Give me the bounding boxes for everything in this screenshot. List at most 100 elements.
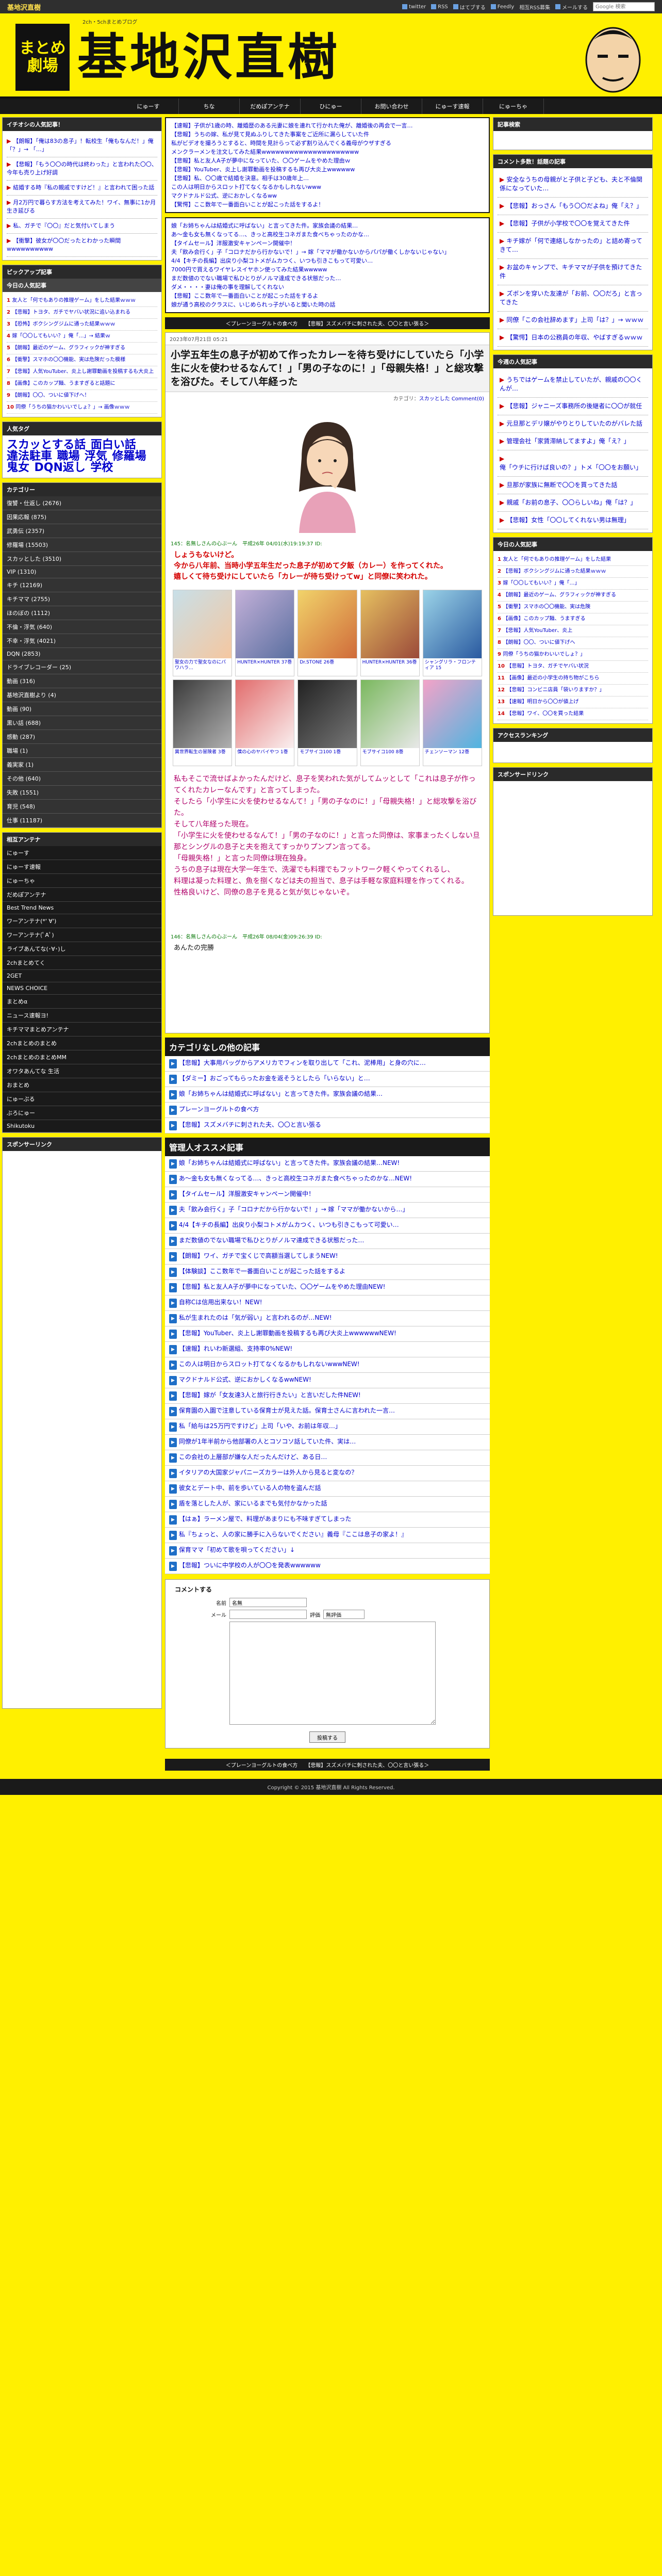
antenna-link[interactable]: ニュース速報ヨ! xyxy=(3,1009,161,1023)
weekly-popular-item[interactable]: ▶ 元旦那とデリ嬢がやりとりしていたのがバレた話 xyxy=(498,415,648,433)
rank-item[interactable]: 2 【悲報】ボクシングジムに通った結果ｗｗｗ xyxy=(498,566,648,578)
weekly-popular-item[interactable]: ▶ 管理会社「家賃滞納してますよ」俺「え？」 xyxy=(498,433,648,450)
antenna-link[interactable]: ワーアンテナ(ﾟAﾟ) xyxy=(3,928,161,942)
antenna-link[interactable]: ぶろにゅー xyxy=(3,1106,161,1120)
category-item[interactable]: 失敗 (1551) xyxy=(3,786,161,800)
no-category-item[interactable]: ▶ プレーンヨーグルトの食べ方 xyxy=(165,1103,490,1118)
rank-item[interactable]: 6 【衝撃】スマホの〇〇機能、実は危険だった模様 xyxy=(7,354,157,366)
weekly-popular-item[interactable]: ▶ 【悲報】女性「〇〇してくれない男は無理」 xyxy=(498,512,648,529)
tag-link[interactable]: 学校 xyxy=(90,462,113,474)
recommend-item[interactable]: ▶ 【タイムセール】洋服激安キャンペーン開催中！ xyxy=(165,1187,490,1203)
category-item[interactable]: スカッとした (3510) xyxy=(3,552,161,566)
featured-news-item[interactable]: ▶ 私、ガチで『〇〇』だと気付いてしまう xyxy=(7,219,157,234)
recommend-item[interactable]: ▶ 【悲報】私と友人A子が夢中になっていた、〇〇ゲームをやめた理由NEW! xyxy=(165,1280,490,1295)
rank-item[interactable]: 1 友人と「何でもありの推理ゲーム」をした結果ｗｗｗ xyxy=(7,295,157,307)
second-link-item[interactable]: 娘が通う高校のクラスに、いじめられっ子がいると聞いた時の話 xyxy=(171,300,484,309)
category-item[interactable]: キチママ (2755) xyxy=(3,592,161,606)
rank-item[interactable]: 3 【恐怖】ボクシングジムに通った結果ｗｗｗ xyxy=(7,319,157,331)
article-pager[interactable]: ＜プレーンヨーグルトの食べ方 【悲報】スズメバチに刺された夫、〇〇と言い張る＞ xyxy=(165,317,490,329)
recommend-item[interactable]: ▶ 【悲報】嫁が「女友達3人と旅行行きたい」と言いだした件NEW! xyxy=(165,1388,490,1404)
rank-item[interactable]: 10 【悲報】トヨタ、ガチでヤバい状況 xyxy=(498,661,648,673)
hot-comment-item[interactable]: ▶ 安全なうちの母親がと子供と子ども、夫と不倫関係になっていた… xyxy=(498,171,648,198)
antenna-link[interactable]: Shikutoku xyxy=(3,1120,161,1132)
recommend-item[interactable]: ▶ 同僚が1年半前から他部署の人とコソコソ話していた件、実は… xyxy=(165,1435,490,1450)
recommend-item[interactable]: ▶ 自称Cは信用出来ない！NEW! xyxy=(165,1295,490,1311)
recommend-item[interactable]: ▶ この会社の上層部が嫌な人だったんだけど、ある日… xyxy=(165,1450,490,1466)
nav-item-6[interactable]: にゅーちゃ xyxy=(483,99,544,114)
antenna-link[interactable]: おまとめ xyxy=(3,1078,161,1092)
product-card[interactable]: Dr.STONE 26巻 xyxy=(297,590,357,676)
rank-item[interactable]: 3 嫁「〇〇してもいい？」俺「…」 xyxy=(498,578,648,590)
weekly-popular-item[interactable]: ▶ うちではゲームを禁止していたが、親戚の〇〇くんが… xyxy=(498,371,648,398)
category-item[interactable]: 仕事 (11187) xyxy=(3,814,161,828)
category-item[interactable]: 黒い話 (688) xyxy=(3,716,161,730)
top-link-item[interactable]: 【悲報】YouTuber、炎上し謝罪動画を投稿するも再び大炎上wwwwww xyxy=(171,165,484,174)
recommend-item[interactable]: ▶ 彼女とデート中、前を歩いている人の物を盗んだ話 xyxy=(165,1481,490,1497)
recommend-item[interactable]: ▶ まだ数値のでない職場で私ひとりがノルマ達成できる状態だった… xyxy=(165,1234,490,1249)
rss-link[interactable]: RSS xyxy=(431,4,448,10)
product-card[interactable]: HUNTER×HUNTER 36巻 xyxy=(360,590,420,676)
hot-comment-item[interactable]: ▶ お盆のキャンプで、キチママが子供を預けてきた件 xyxy=(498,259,648,285)
category-item[interactable]: その他 (640) xyxy=(3,772,161,786)
featured-news-item[interactable]: ▶ 【悲報】「もう〇〇の時代は終わった」と言われた〇〇、今年も売り上げ好調 xyxy=(7,157,157,181)
submit-comment-button[interactable]: 投稿する xyxy=(309,1731,345,1743)
rate-select[interactable]: 無評価 xyxy=(323,1610,365,1619)
recommend-item[interactable]: ▶ 盾を落とした人が、家にいるまでも気付かなかった話 xyxy=(165,1497,490,1512)
category-item[interactable]: 武勇伝 (2357) xyxy=(3,524,161,538)
second-link-item[interactable]: 7000円で買えるワイヤレスイヤホン使ってみた結果wwwww xyxy=(171,265,484,274)
rank-item[interactable]: 14 【悲報】ワイ、〇〇を買った結果 xyxy=(498,708,648,720)
rank-item[interactable]: 9 同僚「うちの猫かわいいでしょ？」 xyxy=(498,649,648,661)
product-card[interactable]: チェンソーマン 12巻 xyxy=(422,679,482,766)
rank-item[interactable]: 2 【悲報】トヨタ、ガチでヤバい状況に追い込まれる xyxy=(7,307,157,319)
tag-link[interactable]: 違法駐車 xyxy=(7,451,52,462)
category-item[interactable]: VIP (1310) xyxy=(3,566,161,578)
hot-comment-item[interactable]: ▶ 同僚「この会社辞めます」上司「は？」→ ｗｗｗ xyxy=(498,312,648,329)
tag-link[interactable]: 修羅場 xyxy=(112,451,146,462)
category-item[interactable]: 不倫・浮気 (640) xyxy=(3,620,161,634)
antenna-link[interactable]: 2chまとめてく xyxy=(3,956,161,970)
product-card[interactable]: 聖女の力で聖女なのにパワハラ… xyxy=(173,590,233,676)
tag-link[interactable]: スカッとする話 xyxy=(7,440,86,451)
tag-link[interactable]: DQN返し xyxy=(35,462,86,474)
rank-item[interactable]: 13 【速報】明日から〇〇が値上げ xyxy=(498,696,648,708)
top-link-item[interactable]: 【悲報】私と友人A子が夢中になっていた、〇〇ゲームをやめた理由ｗ xyxy=(171,156,484,165)
product-card[interactable]: モブサイコ100 8巻 xyxy=(360,679,420,766)
product-card[interactable]: シャングリラ・フロンティア 15 xyxy=(422,590,482,676)
comment-count-link[interactable]: Comment(0) xyxy=(452,396,484,402)
weekly-popular-item[interactable]: ▶ 俺「ウチに行けば良いの？」トメ「〇〇をお願い」 xyxy=(498,450,648,477)
second-link-item[interactable]: 【悲報】ここ数年で一番面白いことが起こった話をするよ xyxy=(171,291,484,300)
recommend-item[interactable]: ▶ マクドナルド公式、逆におかしくなるwwNEW! xyxy=(165,1373,490,1388)
rank-item[interactable]: 8 【画像】このカップ麺、うますぎると話題に xyxy=(7,378,157,390)
rank-item[interactable]: 5 【衝撃】スマホの〇〇機能、実は危険 xyxy=(498,602,648,613)
antenna-link[interactable]: オワタあんてな 生活 xyxy=(3,1064,161,1078)
no-category-item[interactable]: ▶ 【悲報】大事用バッグからアメリカでフィンを取り出して「これ、泥棒用」と身の穴に… xyxy=(165,1056,490,1072)
site-banner[interactable]: まとめ 劇場 基地沢直樹 2ch・5chまとめブログ xyxy=(0,13,662,99)
recommend-item[interactable]: ▶ 4/4【キチの長編】出戻り小梨コトメがムカつく、いつも引きこもって可愛い… xyxy=(165,1218,490,1234)
rank-item[interactable]: 11 【画像】最近の小学生の持ち物がこちら xyxy=(498,673,648,685)
nav-item-1[interactable]: ちな xyxy=(179,99,240,114)
product-card[interactable]: 異世界転生の冒険者 3巻 xyxy=(173,679,233,766)
no-category-item[interactable]: ▶ 【ダミー】おごってもらったお金を返そうとしたら「いらない」と… xyxy=(165,1072,490,1087)
product-card[interactable]: モブサイコ100 1巻 xyxy=(297,679,357,766)
rank-item[interactable]: 10 同僚「うちの猫かわいいでしょ？」→ 画像ｗｗｗ xyxy=(7,402,157,414)
tag-link[interactable]: 浮気 xyxy=(85,451,107,462)
nav-item-2[interactable]: だめぽアンテナ xyxy=(240,99,301,114)
rank-item[interactable]: 4 嫁「〇〇してもいい？」俺「…」→ 結果ｗ xyxy=(7,331,157,343)
recommend-item[interactable]: ▶ 私が生まれたのは「気が弱い」と言われるのが…NEW! xyxy=(165,1311,490,1326)
recommend-item[interactable]: ▶ あ～金も女も無くなってる…、きっと高校生コネガまた食べちゃったのかな…NEW! xyxy=(165,1172,490,1187)
antenna-link[interactable]: 2chまとめのまとめMM xyxy=(3,1050,161,1064)
product-card[interactable]: 僕の心のヤバイやつ 1巻 xyxy=(235,679,295,766)
recommend-item[interactable]: ▶ 【悲報】ついに中学校の人が〇〇を発表wwwwww xyxy=(165,1559,490,1574)
weekly-popular-item[interactable]: ▶ 旦那が家族に無断で〇〇を買ってきた話 xyxy=(498,477,648,494)
second-link-item[interactable]: あ～金も女も無くなってる…、きっと高校生コネガまた食べちゃったのかな… xyxy=(171,230,484,239)
recommend-item[interactable]: ▶ 【朗報】ワイ、ガチで宝くじで高額当選してしまうNEW! xyxy=(165,1249,490,1265)
category-item[interactable]: 不幸・浮気 (4021) xyxy=(3,634,161,648)
comment-textarea[interactable] xyxy=(229,1622,436,1725)
tag-link[interactable]: 職場 xyxy=(57,451,80,462)
bottom-pager[interactable]: ＜プレーンヨーグルトの食べ方 【悲報】スズメバチに刺された夫、〇〇と言い張る＞ xyxy=(165,1759,490,1771)
second-link-item[interactable]: まだ数値のでない職場で私ひとりがノルマ達成できる状態だった… xyxy=(171,274,484,283)
category-item[interactable]: 因果応報 (875) xyxy=(3,510,161,524)
rank-item[interactable]: 12 【悲報】コンビニ店員「袋いりますか？」 xyxy=(498,685,648,696)
antenna-link[interactable]: にゅーちゃ xyxy=(3,874,161,888)
tag-link[interactable]: 面白い話 xyxy=(91,440,136,451)
